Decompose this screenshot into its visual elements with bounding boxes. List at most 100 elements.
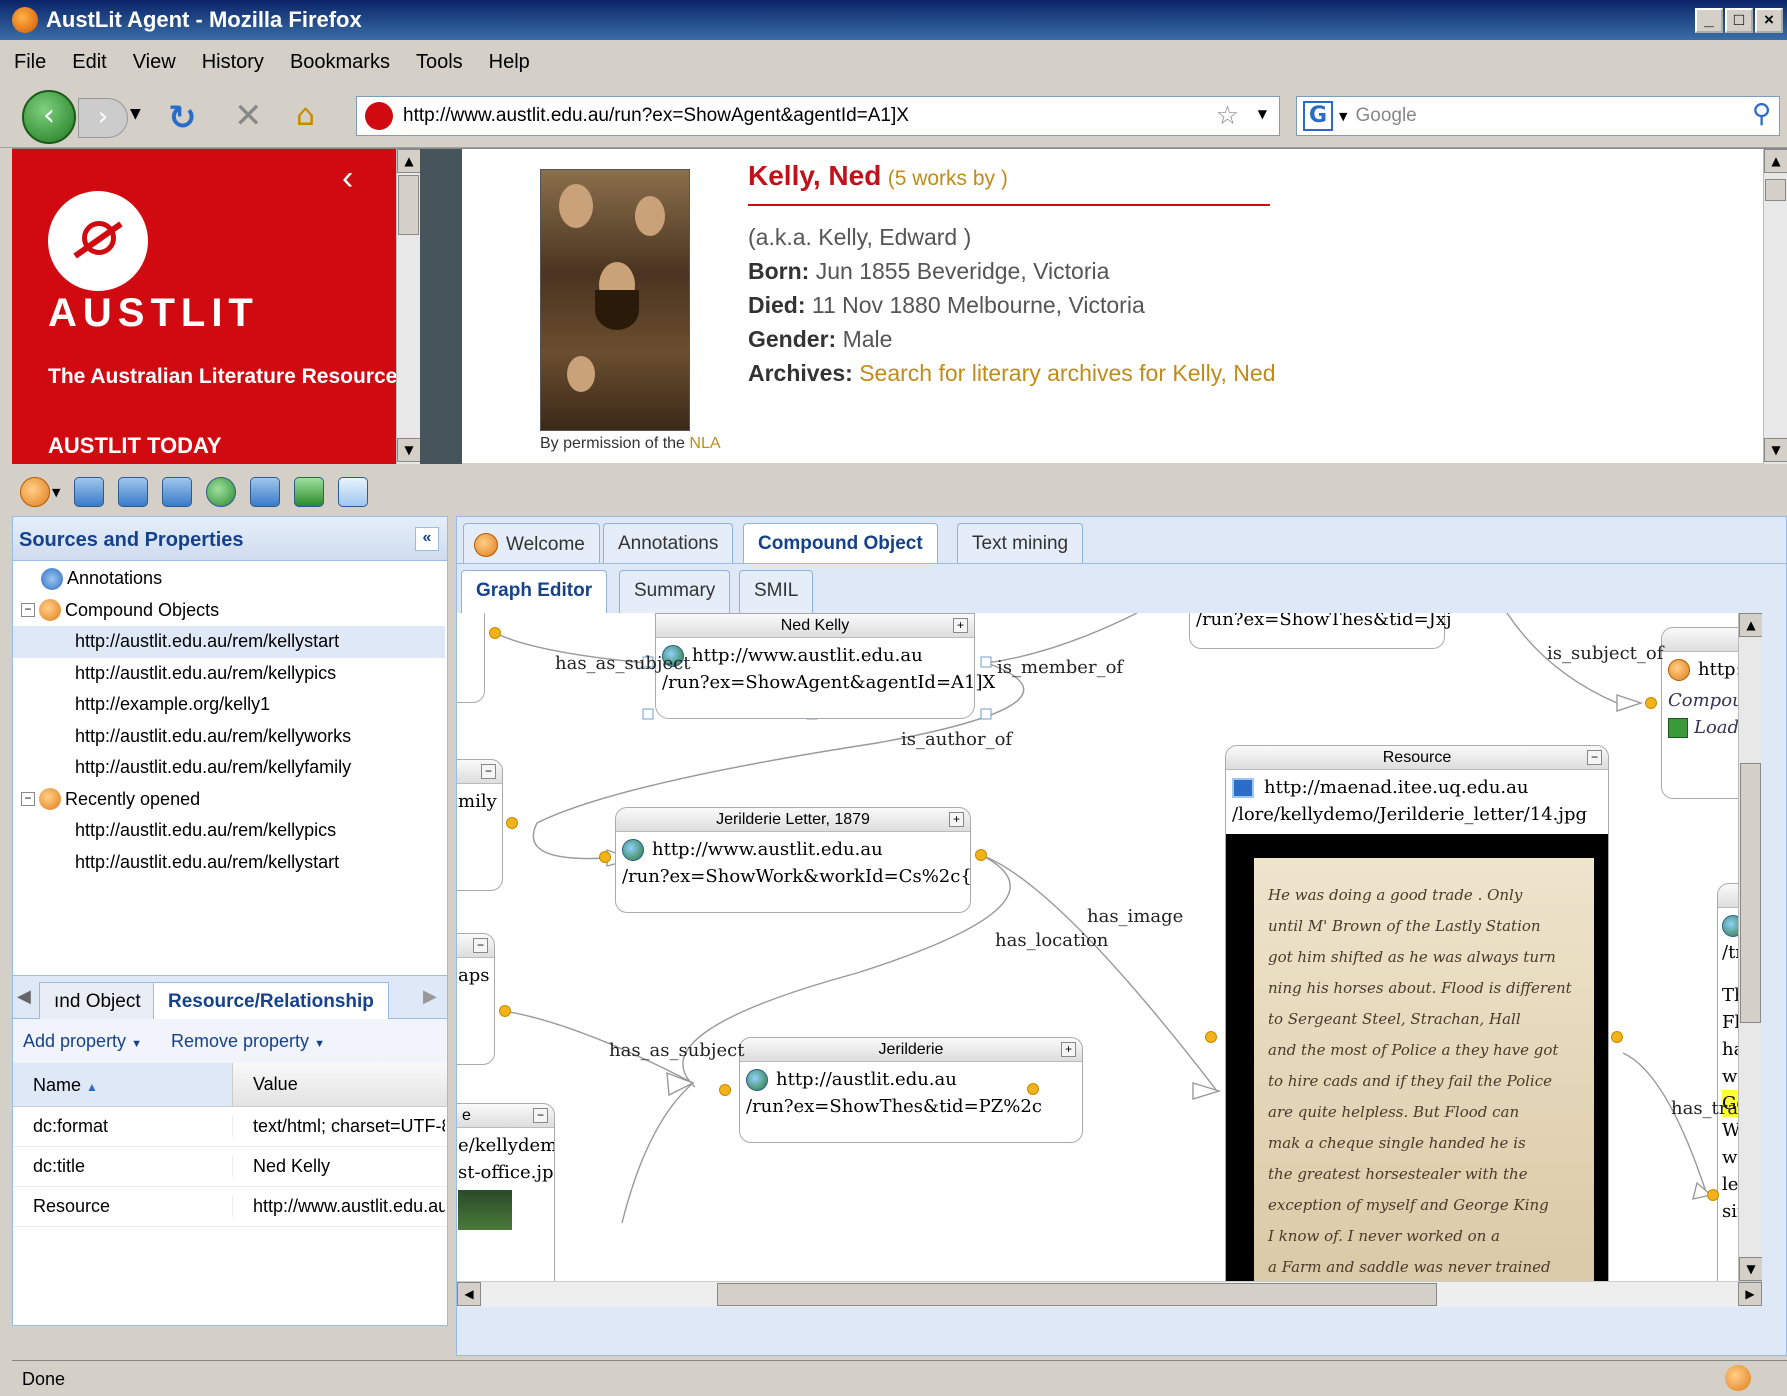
resize-handle[interactable] xyxy=(980,708,992,720)
edge-label[interactable]: has_image xyxy=(1087,906,1183,927)
tree-item[interactable]: http://austlit.edu.au/rem/kellystart xyxy=(13,847,445,879)
reload-icon[interactable]: ↻ xyxy=(168,98,197,138)
table-row[interactable]: dc:title Ned Kelly xyxy=(13,1147,447,1187)
canvas-scroll-right-icon[interactable]: ▶ xyxy=(1738,1282,1762,1306)
graph-canvas[interactable]: − mily − aps e− e/kellydemo st-office.jp… xyxy=(457,613,1762,1281)
node-collapse-icon[interactable]: − xyxy=(1587,750,1602,765)
resize-handle[interactable] xyxy=(642,708,654,720)
edge-label[interactable]: is_member_of xyxy=(997,657,1123,678)
canvas-hscroll-thumb[interactable] xyxy=(717,1283,1437,1306)
tab-scroll-right-icon[interactable]: ▶ xyxy=(423,986,437,1007)
canvas-horizontal-scrollbar[interactable]: ◀ ▶ xyxy=(457,1281,1762,1307)
node-postoffice[interactable]: e− e/kellydemo st-office.jpg xyxy=(457,1103,555,1281)
subtab-summary[interactable]: Summary xyxy=(619,570,731,614)
property-value[interactable]: http://www.austlit.edu.au/run xyxy=(233,1196,445,1217)
connection-dot[interactable] xyxy=(506,817,518,829)
annotation-icon[interactable] xyxy=(74,477,105,507)
scroll-down-icon[interactable]: ▼ xyxy=(397,438,421,462)
tree-item-label[interactable]: http://example.org/kelly1 xyxy=(75,694,270,715)
edge-postoffice[interactable] xyxy=(621,1082,694,1224)
node-expand-icon[interactable]: + xyxy=(953,618,968,633)
tree-item-label[interactable]: http://austlit.edu.au/rem/kellyfamily xyxy=(75,757,351,778)
google-engine-icon[interactable]: G xyxy=(1303,101,1333,131)
scroll-up-icon[interactable]: ▲ xyxy=(397,149,421,173)
canvas-scroll-down-icon[interactable]: ▼ xyxy=(1739,1257,1762,1281)
tree-item[interactable]: http://austlit.edu.au/rem/kellypics xyxy=(13,658,445,690)
canvas-scroll-up-icon[interactable]: ▲ xyxy=(1739,613,1762,637)
test-tube-icon[interactable] xyxy=(338,477,369,507)
connection-dot[interactable] xyxy=(1645,697,1657,709)
node-collapse-icon[interactable]: − xyxy=(481,764,496,779)
edge-is-member-of[interactable] xyxy=(986,613,1138,664)
import-icon[interactable] xyxy=(162,477,193,507)
table-row[interactable]: dc:format text/html; charset=UTF-8 xyxy=(13,1107,447,1147)
menu-edit[interactable]: Edit xyxy=(72,51,106,74)
collapse-chevron-icon[interactable]: ‹ xyxy=(342,159,353,198)
tree-item[interactable]: http://austlit.edu.au/rem/kellyworks xyxy=(13,721,445,753)
canvas-vscroll-thumb[interactable] xyxy=(1740,763,1761,1023)
connection-dot[interactable] xyxy=(599,851,611,863)
tree-recently-opened[interactable]: − Recently opened xyxy=(13,784,445,816)
menu-view[interactable]: View xyxy=(133,51,176,74)
node-resource-image[interactable]: Resource − http://maenad.itee.uq.edu.au /… xyxy=(1225,745,1609,1281)
sidebar-scrollbar[interactable]: ▲ ▼ xyxy=(396,149,421,464)
table-row[interactable]: Resourcehttp://www.austlit.edu.au/run xyxy=(13,1187,447,1227)
connection-dot[interactable] xyxy=(1611,1031,1623,1043)
node-expand-icon[interactable]: + xyxy=(949,812,964,827)
stop-icon[interactable]: ✕ xyxy=(234,96,263,136)
add-property-button[interactable]: Add property ▼ xyxy=(23,1031,142,1051)
property-value[interactable]: text/html; charset=UTF-8 xyxy=(233,1116,445,1137)
austlit-today-heading[interactable]: AUSTLIT TODAY xyxy=(48,433,222,459)
edge-label[interactable]: has_location xyxy=(995,930,1108,951)
load-link[interactable]: Load xyxy=(1694,717,1739,738)
edge-has-trans[interactable] xyxy=(1622,1052,1708,1196)
tree-item[interactable]: http://example.org/kelly1 xyxy=(13,689,445,721)
tree-annotations[interactable]: Annotations xyxy=(13,563,445,595)
tree-item[interactable]: http://austlit.edu.au/rem/kellystart xyxy=(13,626,445,658)
node-partial-top[interactable] xyxy=(457,613,485,703)
tree-item-label[interactable]: http://austlit.edu.au/rem/kellystart xyxy=(75,631,339,652)
back-button[interactable]: ‹ xyxy=(22,90,76,144)
tree-item-label[interactable]: http://austlit.edu.au/rem/kellyworks xyxy=(75,726,351,747)
connection-dot[interactable] xyxy=(499,1005,511,1017)
collapse-panel-icon[interactable]: « xyxy=(415,527,439,551)
edge-label[interactable]: has_as_subject xyxy=(555,653,690,674)
globe-icon[interactable] xyxy=(206,477,237,507)
tab-compound-object[interactable]: ınd Object xyxy=(39,982,156,1020)
scroll-thumb[interactable] xyxy=(398,175,419,235)
node-ned-kelly[interactable]: Ned Kelly + http://www.austlit.edu.au /ru… xyxy=(655,613,995,719)
save-icon[interactable] xyxy=(250,477,281,507)
menu-history[interactable]: History xyxy=(202,51,264,74)
tab-compound-object[interactable]: Compound Object xyxy=(743,523,938,563)
tree-item[interactable]: http://austlit.edu.au/rem/kellyfamily xyxy=(13,752,445,784)
remove-property-button[interactable]: Remove property ▼ xyxy=(171,1031,325,1051)
node-collapse-icon[interactable]: − xyxy=(533,1108,548,1123)
history-dropdown-icon[interactable]: ▼ xyxy=(130,106,141,122)
node-family[interactable]: − mily xyxy=(457,759,503,891)
nla-link[interactable]: NLA xyxy=(689,435,720,452)
compound-object-menu-icon[interactable] xyxy=(20,477,50,507)
connection-dot[interactable] xyxy=(719,1084,731,1096)
menu-bookmarks[interactable]: Bookmarks xyxy=(290,51,390,74)
menu-tools[interactable]: Tools xyxy=(416,51,463,74)
search-box[interactable]: G ▼ Google ⚲ xyxy=(1296,96,1780,136)
edge-label[interactable]: is_author_of xyxy=(901,729,1012,750)
connection-dot[interactable] xyxy=(1027,1083,1039,1095)
connection-dot[interactable] xyxy=(975,849,987,861)
url-dropdown-icon[interactable]: ▼ xyxy=(1258,107,1267,121)
page-scroll-up-icon[interactable]: ▲ xyxy=(1764,149,1787,173)
lore-status-icon[interactable] xyxy=(1725,1365,1751,1391)
value-column-header[interactable]: Value xyxy=(233,1074,445,1095)
connection-dot[interactable] xyxy=(1707,1189,1719,1201)
canvas-scroll-left-icon[interactable]: ◀ xyxy=(457,1282,481,1306)
tab-annotations[interactable]: Annotations xyxy=(603,523,734,563)
tab-welcome[interactable]: Welcome xyxy=(463,523,600,563)
menu-help[interactable]: Help xyxy=(489,51,530,74)
tree-item-label[interactable]: http://austlit.edu.au/rem/kellypics xyxy=(75,663,336,684)
node-collapse-icon[interactable]: − xyxy=(473,938,488,953)
tab-text-mining[interactable]: Text mining xyxy=(957,523,1084,563)
close-button[interactable]: × xyxy=(1755,8,1783,33)
new-window-icon[interactable] xyxy=(118,477,149,507)
node-maps[interactable]: − aps xyxy=(457,933,495,1065)
connection-dot[interactable] xyxy=(489,627,501,639)
